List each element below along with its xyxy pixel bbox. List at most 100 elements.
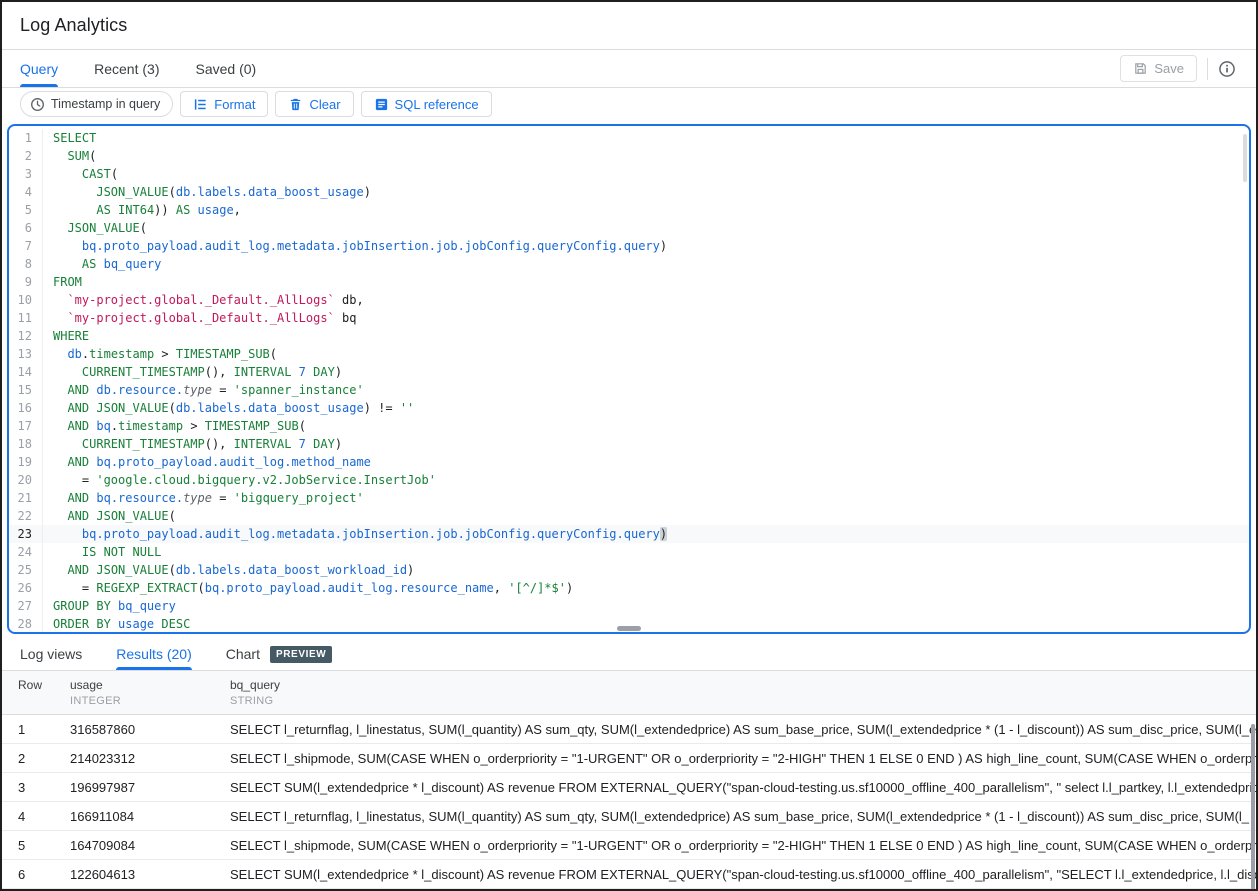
save-label: Save [1154, 61, 1184, 76]
line-number: 3 [9, 165, 43, 183]
line-number: 15 [9, 381, 43, 399]
query-toolbar: Timestamp in query Format Clear [2, 88, 1256, 120]
sql-editor[interactable]: 1SELECT2 SUM(3 CAST(4 JSON_VALUE(db.labe… [7, 124, 1251, 634]
line-number: 27 [9, 597, 43, 615]
log-analytics-app: Log Analytics Query Recent (3) Saved (0)… [0, 0, 1258, 891]
code-line: 14 CURRENT_TIMESTAMP(), INTERVAL 7 DAY) [9, 363, 1249, 381]
timestamp-chip[interactable]: Timestamp in query [20, 91, 173, 117]
code-line: 2 SUM( [9, 147, 1249, 165]
column-header-bq-query: bq_query STRING [230, 678, 1256, 714]
cell-bq_query: SELECT l_returnflag, l_linestatus, SUM(l… [230, 722, 1256, 737]
cell-bq_query: SELECT l_shipmode, SUM(CASE WHEN o_order… [230, 838, 1256, 853]
line-number: 16 [9, 399, 43, 417]
results-scrollbar[interactable] [1251, 724, 1255, 890]
line-number: 2 [9, 147, 43, 165]
format-icon [193, 97, 208, 112]
editor-resize-handle[interactable] [617, 626, 641, 631]
column-header-usage: usage INTEGER [70, 678, 230, 714]
line-number: 24 [9, 543, 43, 561]
clock-icon [30, 97, 45, 112]
results-table-header: Row usage INTEGER bq_query STRING [2, 671, 1256, 715]
timestamp-chip-label: Timestamp in query [51, 97, 160, 111]
tab-chart[interactable]: Chart [226, 638, 260, 670]
cell-row: 2 [18, 751, 70, 766]
tab-query[interactable]: Query [20, 50, 58, 87]
info-icon[interactable] [1218, 60, 1238, 78]
code-line: 11 `my-project.global._Default._AllLogs`… [9, 309, 1249, 327]
tab-log-views[interactable]: Log views [20, 638, 82, 670]
line-number: 14 [9, 363, 43, 381]
results-table-body: 1316587860SELECT l_returnflag, l_linesta… [2, 715, 1256, 889]
cell-usage: 214023312 [70, 751, 230, 766]
top-tabbar: Query Recent (3) Saved (0) Save [2, 50, 1256, 88]
code-line: 26 = REGEXP_EXTRACT(bq.proto_payload.aud… [9, 579, 1249, 597]
line-number: 7 [9, 237, 43, 255]
code-line: 23 bq.proto_payload.audit_log.metadata.j… [9, 525, 1249, 543]
line-number: 20 [9, 471, 43, 489]
cell-usage: 122604613 [70, 867, 230, 882]
cell-bq_query: SELECT SUM(l_extendedprice * l_discount)… [230, 780, 1256, 795]
code-line: 25 AND JSON_VALUE(db.labels.data_boost_w… [9, 561, 1249, 579]
sql-reference-button[interactable]: SQL reference [361, 91, 492, 117]
line-number: 18 [9, 435, 43, 453]
line-number: 8 [9, 255, 43, 273]
line-number: 5 [9, 201, 43, 219]
tab-recent[interactable]: Recent (3) [94, 50, 159, 87]
cell-usage: 316587860 [70, 722, 230, 737]
cell-row: 6 [18, 867, 70, 882]
table-row[interactable]: 3196997987SELECT SUM(l_extendedprice * l… [2, 773, 1256, 802]
code-line: 22 AND JSON_VALUE( [9, 507, 1249, 525]
line-number: 23 [9, 525, 43, 543]
code-line: 9FROM [9, 273, 1249, 291]
column-header-row: Row [18, 678, 70, 714]
save-button[interactable]: Save [1120, 55, 1197, 82]
code-line: 20 = 'google.cloud.bigquery.v2.JobServic… [9, 471, 1249, 489]
line-number: 28 [9, 615, 43, 633]
code-line: 6 JSON_VALUE( [9, 219, 1249, 237]
code-line: 21 AND bq.resource.type = 'bigquery_proj… [9, 489, 1249, 507]
line-number: 25 [9, 561, 43, 579]
format-label: Format [214, 97, 255, 112]
line-number: 12 [9, 327, 43, 345]
cell-row: 3 [18, 780, 70, 795]
preview-badge: PREVIEW [270, 646, 332, 663]
tab-saved[interactable]: Saved (0) [195, 50, 256, 87]
tab-results[interactable]: Results (20) [116, 638, 191, 670]
table-row[interactable]: 2214023312SELECT l_shipmode, SUM(CASE WH… [2, 744, 1256, 773]
tabbar-actions: Save [1120, 50, 1238, 87]
cell-bq_query: SELECT SUM(l_extendedprice * l_discount)… [230, 867, 1256, 882]
table-row[interactable]: 6122604613SELECT SUM(l_extendedprice * l… [2, 860, 1256, 889]
cell-row: 4 [18, 809, 70, 824]
line-number: 4 [9, 183, 43, 201]
table-row[interactable]: 5164709084SELECT l_shipmode, SUM(CASE WH… [2, 831, 1256, 860]
table-row[interactable]: 4166911084SELECT l_returnflag, l_linesta… [2, 802, 1256, 831]
sql-reference-label: SQL reference [395, 97, 479, 112]
line-number: 13 [9, 345, 43, 363]
code-line: 16 AND JSON_VALUE(db.labels.data_boost_u… [9, 399, 1249, 417]
code-line: 12WHERE [9, 327, 1249, 345]
cell-row: 1 [18, 722, 70, 737]
code-line: 19 AND bq.proto_payload.audit_log.method… [9, 453, 1249, 471]
line-number: 1 [9, 129, 43, 147]
table-row[interactable]: 1316587860SELECT l_returnflag, l_linesta… [2, 715, 1256, 744]
clear-button[interactable]: Clear [275, 91, 353, 117]
cell-usage: 164709084 [70, 838, 230, 853]
code-line: 8 AS bq_query [9, 255, 1249, 273]
code-line: 13 db.timestamp > TIMESTAMP_SUB( [9, 345, 1249, 363]
cell-usage: 166911084 [70, 809, 230, 824]
code-line: 17 AND bq.timestamp > TIMESTAMP_SUB( [9, 417, 1249, 435]
editor-vertical-scrollbar[interactable] [1243, 134, 1247, 182]
code-line: 7 bq.proto_payload.audit_log.metadata.jo… [9, 237, 1249, 255]
cell-bq_query: SELECT l_returnflag, l_linestatus, SUM(l… [230, 809, 1256, 824]
cell-row: 5 [18, 838, 70, 853]
code-line: 10 `my-project.global._Default._AllLogs`… [9, 291, 1249, 309]
line-number: 17 [9, 417, 43, 435]
line-number: 19 [9, 453, 43, 471]
page-title: Log Analytics [20, 15, 127, 36]
cell-usage: 196997987 [70, 780, 230, 795]
line-number: 9 [9, 273, 43, 291]
app-header: Log Analytics [2, 2, 1256, 50]
code-line: 24 IS NOT NULL [9, 543, 1249, 561]
format-button[interactable]: Format [180, 91, 268, 117]
cell-bq_query: SELECT l_shipmode, SUM(CASE WHEN o_order… [230, 751, 1256, 766]
